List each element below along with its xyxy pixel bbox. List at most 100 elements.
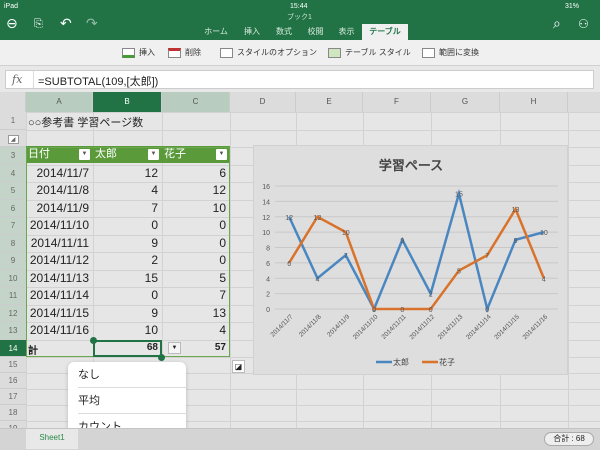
column-header-I[interactable] bbox=[568, 92, 600, 112]
insert-button[interactable]: 挿入 bbox=[122, 47, 155, 58]
row-header-12[interactable]: 12 bbox=[0, 304, 26, 322]
value-cell[interactable]: 0 bbox=[162, 236, 226, 250]
date-cell[interactable]: 2014/11/16 bbox=[26, 323, 89, 337]
convert-label: 範囲に変換 bbox=[439, 48, 479, 57]
value-cell[interactable]: 0 bbox=[93, 218, 158, 232]
row-header-17[interactable]: 17 bbox=[0, 389, 26, 405]
table-style-button[interactable]: テーブル スタイル bbox=[328, 47, 411, 58]
date-cell[interactable]: 2014/11/9 bbox=[26, 201, 90, 215]
value-cell[interactable]: 4 bbox=[162, 323, 226, 337]
row-header-8[interactable]: 8 bbox=[0, 234, 26, 252]
value-cell[interactable]: 7 bbox=[162, 288, 226, 302]
date-cell[interactable]: 2014/11/14 bbox=[26, 288, 89, 302]
row-header-3[interactable]: 3 bbox=[0, 147, 26, 165]
column-header-F[interactable]: F bbox=[363, 92, 431, 112]
date-cell[interactable]: 2014/11/15 bbox=[26, 306, 89, 320]
tab-1[interactable]: 挿入 bbox=[236, 24, 268, 40]
redo-icon[interactable]: ↷ bbox=[86, 15, 98, 32]
selection-handle[interactable] bbox=[158, 353, 165, 361]
date-cell[interactable]: 2014/11/12 bbox=[26, 253, 89, 267]
data-label: 6 bbox=[287, 261, 291, 268]
column-header-D[interactable]: D bbox=[230, 92, 296, 112]
row-header-1[interactable]: 1 bbox=[0, 112, 26, 130]
value-cell[interactable]: 0 bbox=[162, 253, 226, 267]
status-sum[interactable]: 合計 : 68 bbox=[544, 432, 594, 446]
filter-dropdown-icon[interactable]: ▼ bbox=[216, 149, 227, 160]
formula-input[interactable]: =SUBTOTAL(109,[太郎]) bbox=[38, 73, 158, 89]
value-cell[interactable]: 4 bbox=[93, 183, 158, 197]
date-cell[interactable]: 2014/11/8 bbox=[26, 183, 90, 197]
row-header-18[interactable]: 18 bbox=[0, 405, 26, 421]
selection-handle[interactable] bbox=[90, 336, 97, 344]
row-header-2[interactable]: ◢ bbox=[0, 130, 26, 147]
total-dropdown-icon[interactable]: ▼ bbox=[168, 341, 181, 354]
menu-item-1[interactable]: 平均 bbox=[78, 388, 186, 414]
row-header-11[interactable]: 11 bbox=[0, 287, 26, 305]
value-cell[interactable]: 6 bbox=[162, 166, 226, 180]
undo-icon[interactable]: ↶ bbox=[60, 15, 72, 32]
value-cell[interactable]: 7 bbox=[93, 201, 158, 215]
row-header-10[interactable]: 10 bbox=[0, 269, 26, 287]
line-chart[interactable]: 学習ペース 0 2 4 6 8 10 12 14 16 2014/11/7 2014/11/8 2014… bbox=[253, 145, 568, 375]
column-header-A[interactable]: A bbox=[26, 92, 93, 112]
column-header-B[interactable]: B bbox=[93, 92, 162, 112]
value-cell[interactable]: 13 bbox=[162, 306, 226, 320]
back-icon[interactable]: ⊖ bbox=[6, 15, 18, 32]
menu-item-0[interactable]: なし bbox=[78, 362, 186, 388]
value-cell[interactable]: 9 bbox=[93, 236, 158, 250]
tab-3[interactable]: 校閲 bbox=[300, 24, 331, 40]
column-header-C[interactable]: C bbox=[162, 92, 230, 112]
row-header-7[interactable]: 7 bbox=[0, 217, 26, 235]
column-header-H[interactable]: H bbox=[500, 92, 568, 112]
chart-resize-icon[interactable]: ◪ bbox=[232, 360, 245, 373]
column-header-G[interactable]: G bbox=[431, 92, 500, 112]
legend-label: 花子 bbox=[439, 357, 455, 367]
date-cell[interactable]: 2014/11/13 bbox=[26, 271, 89, 285]
date-cell[interactable]: 2014/11/11 bbox=[26, 236, 89, 250]
table-header-0[interactable]: 日付 ▼ bbox=[26, 146, 93, 163]
row-header-4[interactable]: 4 bbox=[0, 164, 26, 182]
title-cell[interactable]: ○○参考書 学習ページ数 bbox=[28, 114, 143, 130]
filter-dropdown-icon[interactable]: ▼ bbox=[79, 149, 90, 160]
formula-bar[interactable]: fx =SUBTOTAL(109,[太郎]) bbox=[5, 70, 594, 89]
date-cell[interactable]: 2014/11/7 bbox=[26, 166, 90, 180]
row-header-5[interactable]: 5 bbox=[0, 182, 26, 200]
file-icon[interactable]: ⎘ bbox=[34, 18, 43, 31]
filter-dropdown-icon[interactable]: ▼ bbox=[148, 149, 159, 160]
row-header-19[interactable]: 19 bbox=[0, 421, 26, 428]
tab-0[interactable]: ホーム bbox=[197, 24, 235, 40]
collapse-icon[interactable]: ◢ bbox=[7, 135, 19, 144]
value-cell[interactable]: 2 bbox=[93, 253, 158, 267]
sheet-tab-sheet1[interactable]: Sheet1 bbox=[26, 429, 78, 449]
row-header-9[interactable]: 9 bbox=[0, 252, 26, 270]
row-header-6[interactable]: 6 bbox=[0, 199, 26, 217]
value-cell[interactable]: 10 bbox=[162, 201, 226, 215]
value-cell[interactable]: 12 bbox=[93, 166, 158, 180]
column-header-E[interactable]: E bbox=[296, 92, 363, 112]
total-label[interactable]: 計 bbox=[28, 342, 89, 357]
select-all-corner[interactable] bbox=[0, 92, 26, 112]
delete-button[interactable]: 削除 bbox=[168, 47, 201, 58]
tab-4[interactable]: 表示 bbox=[331, 24, 362, 40]
date-cell[interactable]: 2014/11/10 bbox=[26, 218, 89, 232]
value-cell[interactable]: 5 bbox=[162, 271, 226, 285]
table-header-2[interactable]: 花子 ▼ bbox=[162, 146, 230, 163]
row-header-14[interactable]: 14 bbox=[0, 339, 26, 357]
row-header-13[interactable]: 13 bbox=[0, 322, 26, 340]
row-header-15[interactable]: 15 bbox=[0, 357, 26, 373]
value-cell[interactable]: 10 bbox=[93, 323, 158, 337]
tab-5[interactable]: テーブル bbox=[362, 24, 408, 40]
value-cell[interactable]: 0 bbox=[162, 218, 226, 232]
value-cell[interactable]: 12 bbox=[162, 183, 226, 197]
style-options-button[interactable]: スタイルのオプション bbox=[220, 47, 317, 58]
value-cell[interactable]: 15 bbox=[93, 271, 158, 285]
table-header-1[interactable]: 太郎 ▼ bbox=[93, 146, 162, 163]
search-icon[interactable]: ⌕ bbox=[553, 15, 561, 32]
selected-cell[interactable] bbox=[93, 339, 162, 357]
row-header-16[interactable]: 16 bbox=[0, 373, 26, 389]
tab-2[interactable]: 数式 bbox=[268, 24, 300, 40]
value-cell[interactable]: 0 bbox=[93, 288, 158, 302]
value-cell[interactable]: 9 bbox=[93, 306, 158, 320]
convert-range-button[interactable]: 範囲に変換 bbox=[422, 47, 479, 58]
share-user-icon[interactable]: ⚇ bbox=[578, 17, 589, 31]
